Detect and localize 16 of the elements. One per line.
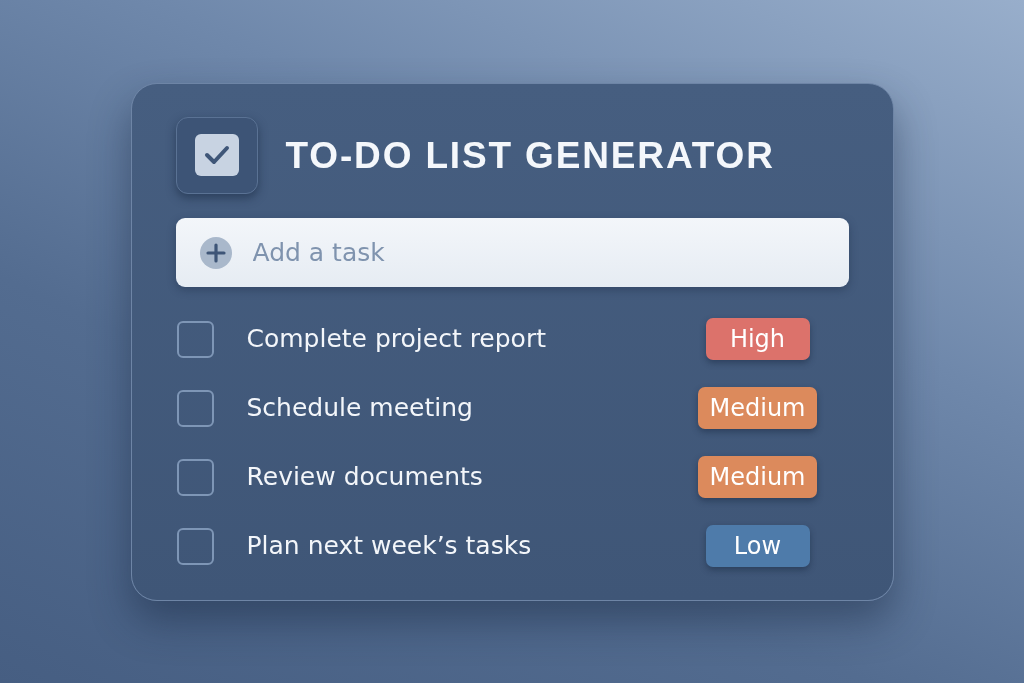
task-checkbox[interactable] [176,458,214,496]
priority-tag: Medium [697,456,818,498]
plus-icon [199,236,232,269]
priority-tag: Medium [697,387,818,429]
task-checkbox[interactable] [176,527,214,565]
task-checkbox[interactable] [176,389,214,427]
task-title: Schedule meeting [246,393,473,423]
checkbox-icon [175,116,258,194]
priority-tag: High [705,318,810,360]
task-title: Review documents [246,462,483,492]
add-task-field[interactable]: Add a task [175,217,849,287]
priority-tag: Low [705,525,810,567]
app-title: TO-DO LIST GENERATOR [285,136,775,174]
task-title: Plan next week’s tasks [246,531,532,561]
task-checkbox[interactable] [176,320,214,358]
task-title: Complete project report [246,324,546,354]
